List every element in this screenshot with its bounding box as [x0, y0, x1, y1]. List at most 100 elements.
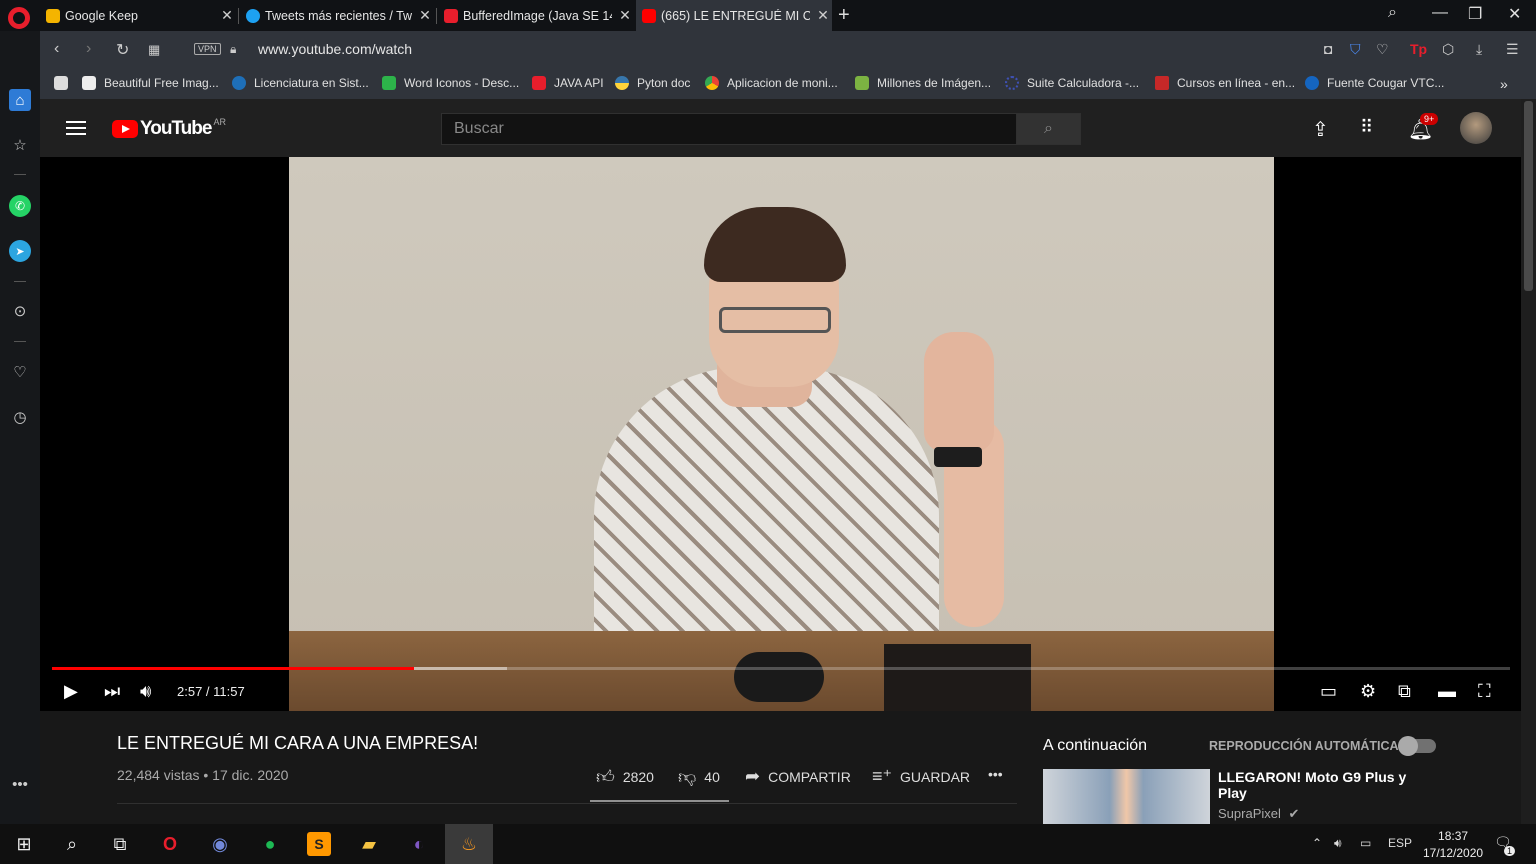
- task-view-icon[interactable]: ⧉: [108, 832, 132, 856]
- fullscreen-icon[interactable]: ⛶: [1478, 681, 1491, 702]
- player-icon[interactable]: ⊙: [9, 300, 31, 322]
- tab-twitter[interactable]: Tweets más recientes / Twit ✕: [240, 0, 434, 31]
- close-tab-icon[interactable]: ✕: [814, 7, 832, 24]
- search-input[interactable]: Buscar: [441, 113, 1017, 145]
- download-icon[interactable]: ⤓: [1476, 41, 1482, 58]
- new-tab-button[interactable]: +: [838, 4, 850, 27]
- restore-button[interactable]: ❐: [1468, 4, 1482, 24]
- network-tray-icon[interactable]: ▭: [1360, 836, 1371, 850]
- tab-bufferedimage[interactable]: BufferedImage (Java SE 14 ✕: [438, 0, 634, 31]
- video-content-case: [734, 652, 824, 702]
- windows-start-icon[interactable]: ⊞: [12, 832, 36, 856]
- forward-button[interactable]: ›: [86, 40, 91, 58]
- tab-bar: Google Keep ✕ Tweets más recientes / Twi…: [0, 0, 1536, 31]
- volume-icon[interactable]: 🔊︎: [140, 681, 151, 702]
- autoplay-toggle[interactable]: [1398, 736, 1436, 756]
- heart-icon[interactable]: ♡: [1376, 41, 1389, 58]
- sidebar-divider: [14, 341, 26, 342]
- tabs-grid-icon[interactable]: ▦: [148, 42, 160, 58]
- opera-menu-icon[interactable]: [8, 7, 30, 29]
- extension-cube-icon[interactable]: ⬡: [1442, 41, 1454, 58]
- recommended-channel[interactable]: SupraPixel ✔: [1218, 806, 1299, 822]
- bookmark-item[interactable]: Pyton doc: [615, 76, 690, 90]
- share-button[interactable]: ➦ COMPARTIR: [745, 766, 851, 787]
- easy-setup-icon[interactable]: ☰: [1506, 41, 1519, 58]
- telegram-icon[interactable]: ➤: [9, 240, 31, 262]
- tab-google-keep[interactable]: Google Keep ✕: [40, 0, 236, 31]
- miniplayer-icon[interactable]: ⧉: [1398, 681, 1411, 702]
- bookmark-item[interactable]: Licenciatura en Sist...: [232, 76, 369, 90]
- autoplay-label: REPRODUCCIÓN AUTOMÁTICA: [1209, 739, 1399, 753]
- search-button[interactable]: ⌕: [1016, 113, 1081, 145]
- bookmark-item[interactable]: Millones de Imágen...: [855, 76, 991, 90]
- whatsapp-icon[interactable]: ✆: [9, 195, 31, 217]
- google-keep-icon: [46, 8, 60, 23]
- youtube-logo[interactable]: YouTube AR: [112, 117, 226, 140]
- snapshot-icon[interactable]: ◘: [1324, 41, 1332, 57]
- apps-grid-icon[interactable]: ⠿: [1360, 117, 1373, 138]
- scrollbar-thumb[interactable]: [1524, 101, 1533, 291]
- discord-app-icon[interactable]: ◉: [208, 832, 232, 856]
- upload-icon[interactable]: ⇪: [1312, 117, 1329, 142]
- save-button[interactable]: ≡⁺ GUARDAR: [872, 766, 970, 787]
- bookmark-item[interactable]: Cursos en línea - en...: [1155, 76, 1295, 90]
- bookmark-item[interactable]: JAVA API: [532, 76, 604, 90]
- search-icon[interactable]: ⌕: [60, 832, 84, 856]
- theater-mode-icon[interactable]: ▬: [1438, 681, 1456, 702]
- recommended-title[interactable]: LLEGARON! Moto G9 Plus y Play: [1218, 769, 1418, 801]
- more-actions-icon[interactable]: •••: [988, 766, 1003, 782]
- more-options-icon[interactable]: •••: [9, 773, 31, 795]
- tab-youtube[interactable]: (665) LE ENTREGUÉ MI CAR ✕: [636, 0, 832, 31]
- menu-icon[interactable]: [66, 121, 86, 135]
- sentiment-bar: [590, 800, 729, 802]
- page-scrollbar[interactable]: [1521, 99, 1536, 824]
- bookmark-item[interactable]: Beautiful Free Imag...: [82, 76, 219, 90]
- bookmark-home-icon[interactable]: [54, 76, 68, 90]
- progress-bar[interactable]: [52, 667, 1510, 670]
- language-indicator[interactable]: ESP: [1388, 836, 1412, 850]
- bookmark-item[interactable]: Aplicacion de moni...: [705, 76, 838, 90]
- close-tab-icon[interactable]: ✕: [616, 7, 634, 24]
- bookmark-item[interactable]: Fuente Cougar VTC...: [1305, 76, 1444, 90]
- url-field[interactable]: www.youtube.com/watch: [258, 41, 412, 57]
- close-window-button[interactable]: ✕: [1508, 4, 1521, 24]
- clock[interactable]: 18:37 17/12/2020: [1423, 828, 1483, 862]
- video-player[interactable]: ▶ ⏭︎ 🔊︎ 2:57 / 11:57 ▭ ⚙ ⧉ ▬ ⛶: [40, 157, 1521, 711]
- bookmarks-overflow-icon[interactable]: »: [1500, 76, 1508, 92]
- sublime-text-app-icon[interactable]: S: [307, 832, 331, 856]
- history-clock-icon[interactable]: ◷: [9, 406, 31, 428]
- like-button[interactable]: 👍︎ 2820: [596, 766, 654, 788]
- bookmark-item[interactable]: Suite Calculadora -...: [1005, 76, 1139, 90]
- video-meta: 22,484 vistas • 17 dic. 2020: [117, 767, 289, 783]
- java-app-icon[interactable]: ♨: [457, 832, 481, 856]
- play-button[interactable]: ▶: [64, 681, 78, 702]
- settings-gear-icon[interactable]: ⚙: [1360, 681, 1376, 702]
- spotify-app-icon[interactable]: ●: [258, 832, 282, 856]
- heart-icon[interactable]: ♡: [9, 361, 31, 383]
- extension-tp-icon[interactable]: Tp: [1410, 41, 1427, 57]
- close-tab-icon[interactable]: ✕: [218, 7, 236, 24]
- vpn-badge[interactable]: VPN: [194, 43, 221, 55]
- recommended-thumbnail[interactable]: [1043, 769, 1210, 824]
- next-button[interactable]: ⏭︎: [104, 681, 120, 702]
- tab-search-icon[interactable]: ⌕: [1388, 4, 1397, 22]
- close-tab-icon[interactable]: ✕: [416, 7, 434, 24]
- search-icon: ⌕: [1044, 120, 1053, 137]
- bookmarks-star-icon[interactable]: ☆: [9, 134, 31, 156]
- tray-overflow-icon[interactable]: ⌃: [1312, 836, 1322, 850]
- bookmark-item[interactable]: Word Iconos - Desc...: [382, 76, 519, 90]
- volume-tray-icon[interactable]: 🔊︎: [1334, 836, 1342, 851]
- youtube-header: YouTube AR Buscar ⌕ ⇪ ⠿ 🔔︎ 9+: [40, 99, 1521, 157]
- file-explorer-app-icon[interactable]: ▰: [357, 832, 381, 856]
- back-button[interactable]: ‹: [54, 40, 59, 58]
- opera-app-icon[interactable]: O: [158, 832, 182, 856]
- minimize-button[interactable]: —: [1432, 4, 1448, 22]
- eclipse-app-icon[interactable]: ◐: [407, 832, 431, 856]
- subtitles-icon[interactable]: ▭: [1320, 681, 1337, 702]
- speed-dial-icon[interactable]: ⌂: [9, 89, 31, 111]
- lock-icon[interactable]: 🔒︎: [230, 42, 236, 57]
- dislike-button[interactable]: 👎︎ 40: [678, 766, 720, 788]
- avatar[interactable]: [1460, 112, 1492, 144]
- adblock-shield-icon[interactable]: ⛉: [1350, 41, 1361, 58]
- reload-button[interactable]: ↻: [116, 40, 129, 60]
